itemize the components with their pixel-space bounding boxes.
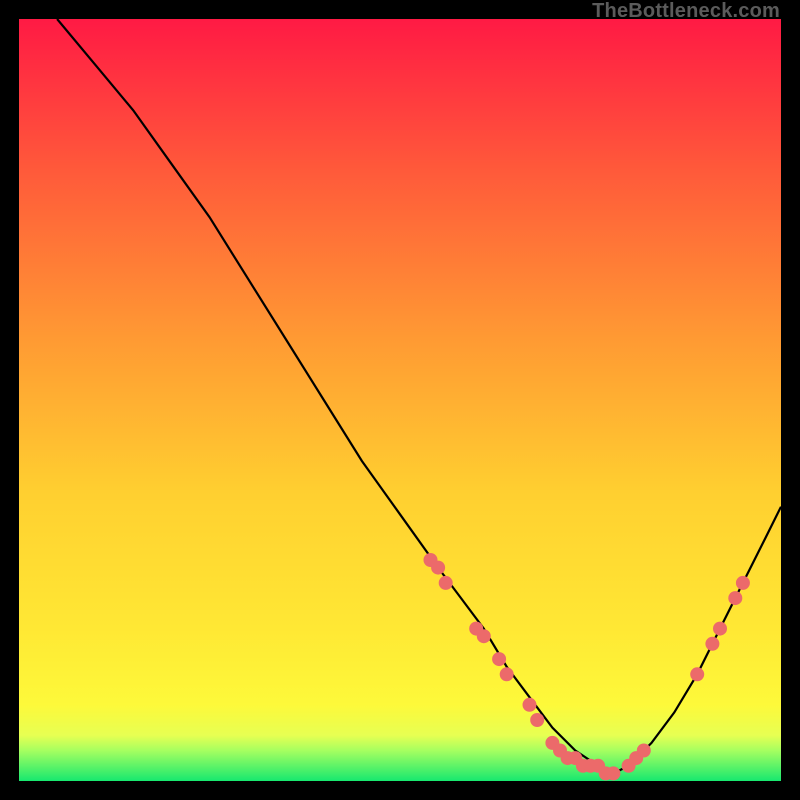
marker-point [523,698,537,712]
watermark-text: TheBottleneck.com [592,0,780,23]
marker-point [637,744,651,758]
marker-point [690,667,704,681]
marker-point [431,561,445,575]
marker-point [728,591,742,605]
marker-point [606,766,620,780]
marker-point [705,637,719,651]
marker-point [492,652,506,666]
marker-point [736,576,750,590]
marker-point [530,713,544,727]
chart-svg [19,19,781,781]
chart-background [19,19,781,781]
chart-frame [19,19,781,781]
marker-point [713,622,727,636]
marker-point [477,629,491,643]
marker-point [439,576,453,590]
marker-point [500,667,514,681]
